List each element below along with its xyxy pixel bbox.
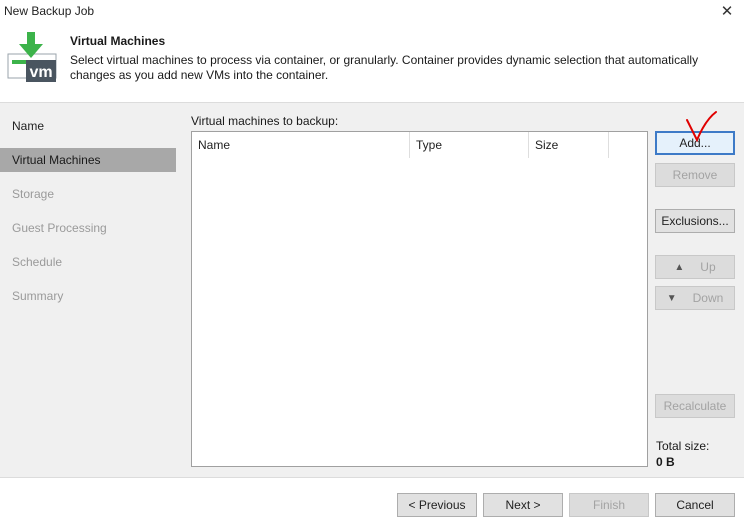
add-button[interactable]: Add... xyxy=(655,131,735,155)
remove-button[interactable]: Remove xyxy=(655,163,735,187)
vm-download-icon: vm xyxy=(7,32,57,82)
up-button-label: Up xyxy=(700,260,716,274)
vm-logo-text: vm xyxy=(29,64,52,81)
arrow-up-icon: ▲ xyxy=(674,261,685,273)
down-button-label: Down xyxy=(692,291,724,305)
recalculate-button[interactable]: Recalculate xyxy=(655,394,735,418)
page-title: Virtual Machines xyxy=(70,34,166,48)
sidebar-item-name[interactable]: Name xyxy=(0,114,176,138)
down-button[interactable]: ▼ Down xyxy=(655,286,735,310)
title-bar: New Backup Job ✕ xyxy=(0,0,744,24)
sidebar-item-schedule: Schedule xyxy=(12,255,63,269)
close-icon[interactable]: ✕ xyxy=(714,0,740,22)
vm-list-header: Name Type Size xyxy=(192,132,647,158)
sidebar-item-virtual-machines[interactable]: Virtual Machines xyxy=(0,148,176,172)
window-title: New Backup Job xyxy=(4,4,95,18)
sidebar-item-storage: Storage xyxy=(12,187,55,201)
sidebar-item-summary: Summary xyxy=(12,289,64,303)
total-size-label: Total size: xyxy=(656,439,710,453)
vm-list[interactable]: Name Type Size xyxy=(191,131,648,467)
column-header-name[interactable]: Name xyxy=(192,132,410,158)
previous-button[interactable]: < Previous xyxy=(397,493,477,517)
wizard-header: vm Virtual Machines Select virtual machi… xyxy=(0,24,744,102)
next-button[interactable]: Next > xyxy=(483,493,563,517)
column-header-type[interactable]: Type xyxy=(410,132,529,158)
column-header-size[interactable]: Size xyxy=(529,132,609,158)
page-description: Select virtual machines to process via c… xyxy=(70,53,699,82)
exclusions-button[interactable]: Exclusions... xyxy=(655,209,735,233)
total-size-value: 0 B xyxy=(656,455,675,469)
sidebar-item-guest-processing: Guest Processing xyxy=(12,221,107,235)
up-button[interactable]: ▲ Up xyxy=(655,255,735,279)
finish-button[interactable]: Finish xyxy=(569,493,649,517)
cancel-button[interactable]: Cancel xyxy=(655,493,735,517)
arrow-down-icon: ▼ xyxy=(666,292,677,304)
wizard-steps-sidebar: Name Virtual Machines Storage Guest Proc… xyxy=(0,103,176,477)
vm-list-label: Virtual machines to backup: xyxy=(191,114,339,128)
